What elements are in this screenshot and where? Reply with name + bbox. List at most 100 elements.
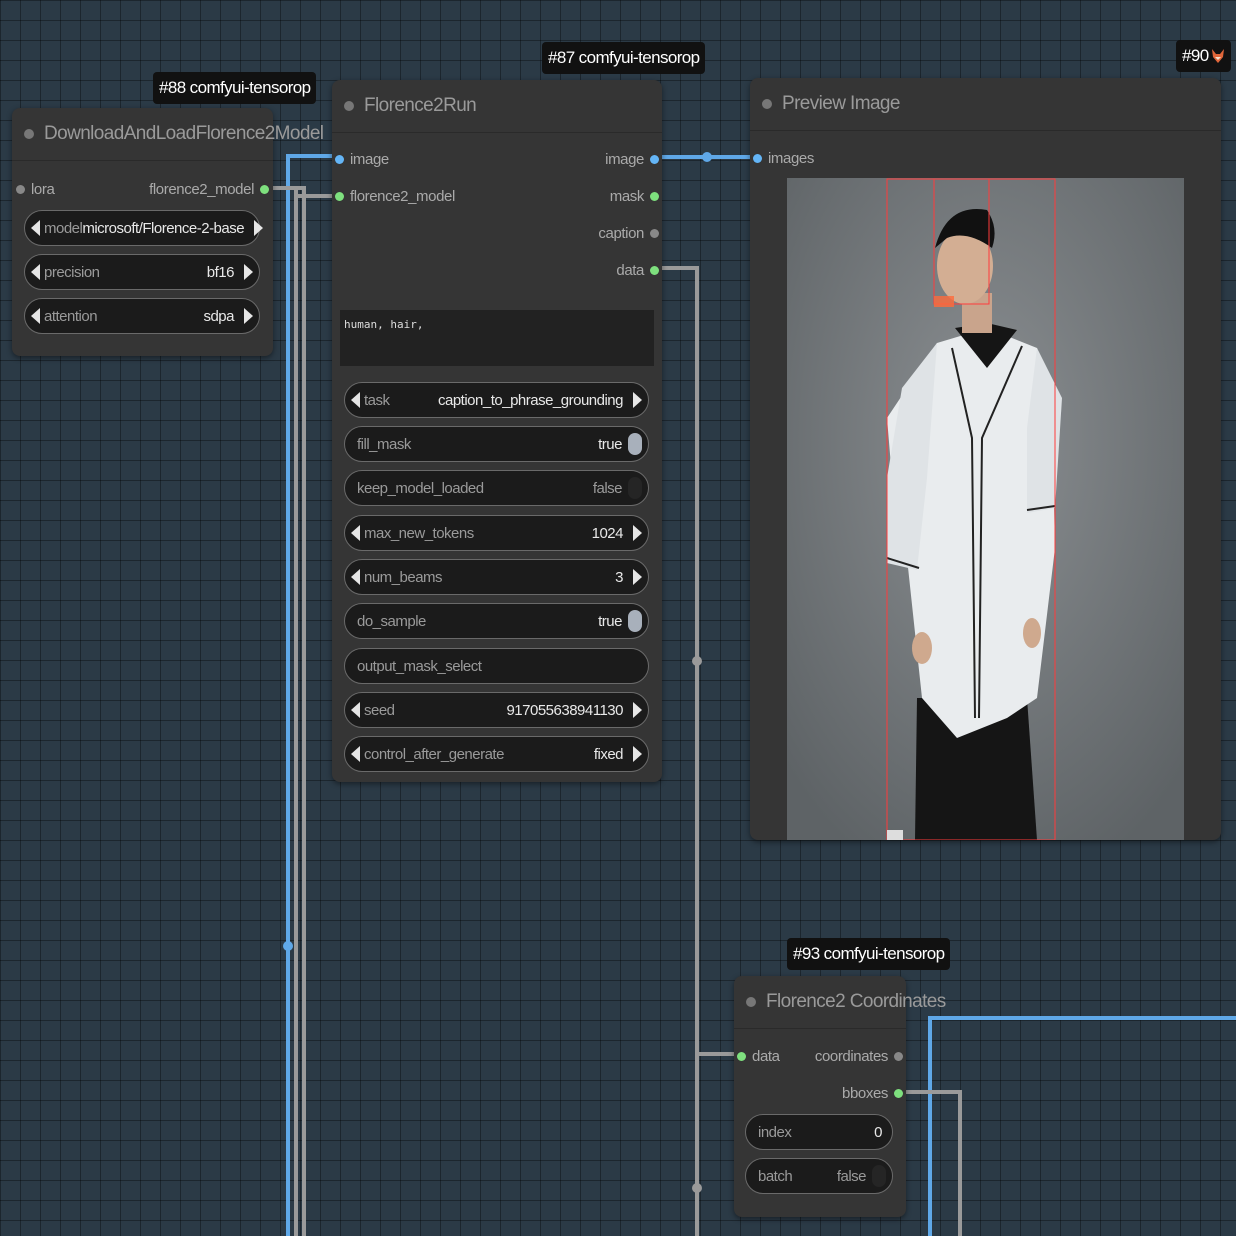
node-status-dot — [24, 129, 34, 139]
widget-batch[interactable]: batch false — [745, 1158, 893, 1194]
widget-label: model — [44, 219, 83, 237]
decrement-arrow-icon[interactable] — [31, 264, 40, 280]
widget-value: false — [836, 1167, 867, 1185]
node-florence2-run[interactable]: Florence2Run image florence2_model image… — [332, 80, 662, 782]
widget-max-new-tokens[interactable]: max_new_tokens 1024 — [344, 515, 649, 551]
output-slot-data[interactable]: data — [616, 259, 659, 281]
widget-precision[interactable]: precision bf16 — [24, 254, 260, 290]
toggle-knob[interactable] — [628, 433, 642, 455]
slot-label: data — [616, 261, 644, 279]
widget-label: batch — [758, 1167, 793, 1185]
node-title-bar[interactable]: Preview Image — [750, 78, 1221, 131]
toggle-knob[interactable] — [872, 1165, 886, 1187]
slot-label: image — [350, 150, 389, 168]
wire-model-down-2 — [270, 186, 306, 1236]
decrement-arrow-icon[interactable] — [31, 220, 40, 236]
slot-dot — [650, 191, 659, 201]
widget-seed[interactable]: seed 917055638941130 — [344, 692, 649, 728]
widget-label: max_new_tokens — [364, 524, 474, 542]
slot-dot — [650, 228, 659, 238]
wire-midpoint — [702, 152, 712, 162]
output-slot-caption[interactable]: caption — [598, 222, 659, 244]
decrement-arrow-icon[interactable] — [351, 392, 360, 408]
increment-arrow-icon[interactable] — [633, 746, 642, 762]
decrement-arrow-icon[interactable] — [351, 746, 360, 762]
widget-value: false — [592, 479, 623, 497]
node-badge: #88 comfyui-tensorop — [153, 72, 317, 104]
increment-arrow-icon[interactable] — [633, 525, 642, 541]
increment-arrow-icon[interactable] — [633, 702, 642, 718]
toggle-knob[interactable] — [628, 610, 642, 632]
node-preview-image[interactable]: Preview Image images — [750, 78, 1221, 840]
output-slot-coordinates[interactable]: coordinates — [815, 1045, 903, 1067]
output-slot-mask[interactable]: mask — [610, 185, 659, 207]
node-status-dot — [762, 99, 772, 109]
input-slot-image[interactable]: image — [335, 148, 389, 170]
widget-value: true — [598, 612, 622, 630]
slot-dot — [650, 154, 659, 164]
widget-value: bf16 — [206, 263, 235, 281]
node-download-florence2-model[interactable]: DownloadAndLoadFlorence2Model lora flore… — [12, 108, 324, 356]
widget-keep-model-loaded[interactable]: keep_model_loaded false — [344, 470, 649, 506]
node-title-bar[interactable]: DownloadAndLoadFlorence2Model — [12, 108, 324, 161]
slot-label: bboxes — [842, 1084, 888, 1102]
node-title: Florence2Run — [364, 95, 477, 116]
widget-label: output_mask_select — [357, 657, 482, 675]
node-florence2-coordinates[interactable]: Florence2 Coordinates data coordinates b… — [734, 976, 946, 1217]
input-slot-lora[interactable]: lora — [16, 178, 55, 200]
decrement-arrow-icon[interactable] — [351, 569, 360, 585]
output-slot-image[interactable]: image — [605, 148, 659, 170]
slot-dot — [753, 153, 762, 163]
widget-num-beams[interactable]: num_beams 3 — [344, 559, 649, 595]
output-slot-florence2-model[interactable]: florence2_model — [149, 178, 269, 200]
node-title-bar[interactable]: Florence2 Coordinates — [734, 976, 946, 1029]
decrement-arrow-icon[interactable] — [351, 525, 360, 541]
preview-photo — [787, 178, 1184, 840]
slot-dot — [737, 1051, 746, 1061]
slot-dot — [650, 265, 659, 275]
slot-dot — [894, 1088, 903, 1098]
decrement-arrow-icon[interactable] — [31, 308, 40, 324]
input-slot-images[interactable]: images — [753, 147, 814, 169]
wire-right-image — [928, 1016, 1236, 1236]
wire-model-down — [270, 186, 298, 1236]
widget-value: 3 — [615, 568, 623, 586]
increment-arrow-icon[interactable] — [244, 308, 253, 324]
input-slot-data[interactable]: data — [737, 1045, 780, 1067]
widget-label: index — [758, 1123, 792, 1141]
widget-value: 0 — [874, 1123, 882, 1141]
fox-icon — [1211, 49, 1224, 63]
widget-label: keep_model_loaded — [357, 479, 484, 497]
slot-label: image — [605, 150, 644, 168]
node-title-bar[interactable]: Florence2Run — [332, 80, 662, 133]
slot-label: data — [752, 1047, 780, 1065]
widget-output-mask-select[interactable]: output_mask_select — [344, 648, 649, 684]
widget-attention[interactable]: attention sdpa — [24, 298, 260, 334]
increment-arrow-icon[interactable] — [254, 220, 264, 236]
wire-midpoint — [692, 656, 702, 666]
input-slot-florence2-model[interactable]: florence2_model — [335, 185, 455, 207]
increment-arrow-icon[interactable] — [244, 264, 253, 280]
slot-dot — [335, 191, 344, 201]
decrement-arrow-icon[interactable] — [351, 702, 360, 718]
text-prompt-input[interactable]: human, hair, — [340, 310, 654, 366]
slot-label: caption — [598, 224, 644, 242]
output-slot-bboxes[interactable]: bboxes — [842, 1082, 903, 1104]
node-badge: #90 — [1176, 40, 1231, 72]
widget-value: true — [598, 435, 622, 453]
toggle-knob[interactable] — [628, 477, 642, 499]
widget-value: fixed — [593, 745, 624, 763]
widget-model[interactable]: model microsoft/Florence-2-base — [24, 210, 264, 246]
widget-index[interactable]: index 0 — [745, 1114, 893, 1150]
widget-label: task — [364, 391, 390, 409]
increment-arrow-icon[interactable] — [633, 392, 642, 408]
preview-output-image[interactable] — [787, 178, 1184, 840]
widget-do-sample[interactable]: do_sample true — [344, 603, 649, 639]
widget-label: attention — [44, 307, 98, 325]
widget-fill-mask[interactable]: fill_mask true — [344, 426, 649, 462]
node-badge: #87 comfyui-tensorop — [542, 42, 706, 74]
increment-arrow-icon[interactable] — [633, 569, 642, 585]
widget-task[interactable]: task caption_to_phrase_grounding — [344, 382, 649, 418]
widget-control-after-generate[interactable]: control_after_generate fixed — [344, 736, 649, 772]
slot-dot — [260, 184, 269, 194]
